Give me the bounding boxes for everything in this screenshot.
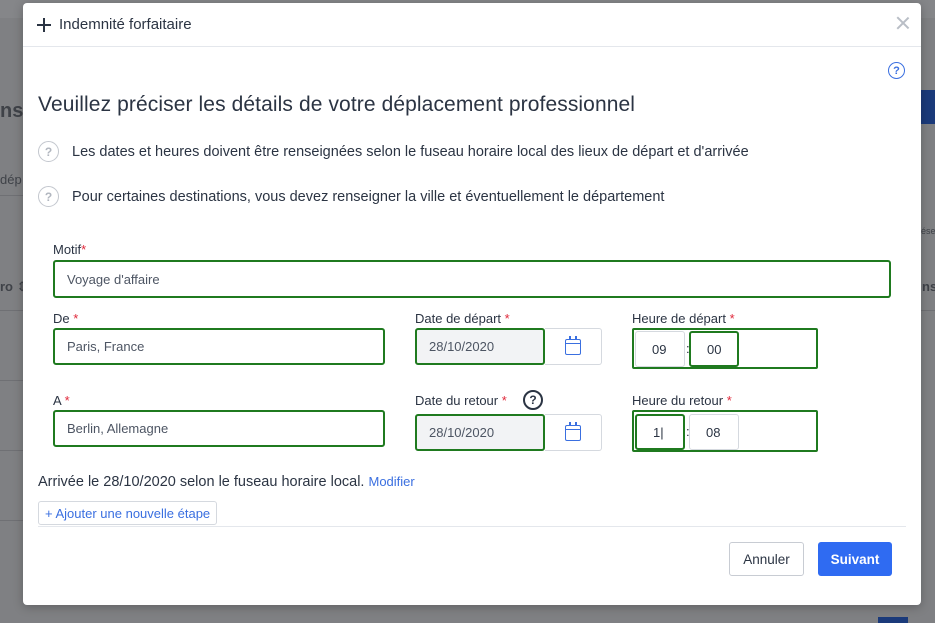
required-mark: * [81, 242, 87, 257]
to-label: A * [53, 393, 70, 408]
modal-title: Indemnité forfaitaire [59, 16, 192, 33]
return-minutes-input[interactable]: 08 [689, 414, 739, 450]
label-text: De [53, 311, 70, 326]
departure-time-label: Heure de départ * [632, 311, 735, 326]
info-text: Les dates et heures doivent être renseig… [72, 143, 749, 160]
background-button [921, 90, 935, 124]
departure-date-value: 28/10/2020 [429, 339, 495, 354]
departure-hours-input[interactable]: 09 [635, 331, 685, 367]
info-destination: ? Pour certaines destinations, vous deve… [38, 186, 664, 207]
background-divider [0, 450, 23, 451]
from-label: De * [53, 311, 78, 326]
background-divider [0, 520, 23, 521]
departure-date-label: Date de départ * [415, 311, 510, 326]
motif-value: Voyage d'affaire [67, 271, 160, 287]
departure-calendar-button[interactable] [545, 328, 602, 365]
modal-header: Indemnité forfaitaire [23, 3, 921, 47]
arrival-summary: Arrivée le 28/10/2020 selon le fuseau ho… [38, 474, 415, 490]
minutes-value: 00 [707, 341, 722, 357]
label-text: Heure du retour [632, 393, 724, 408]
next-button[interactable]: Suivant [818, 542, 892, 576]
departure-time-group: 09 : 00 [632, 328, 818, 369]
departure-minutes-input[interactable]: 00 [689, 331, 739, 367]
return-date-help-icon[interactable]: ? [523, 390, 543, 410]
hours-value: 1| [653, 424, 664, 440]
label-text: Motif [53, 242, 82, 257]
cancel-button[interactable]: Annuler [729, 542, 804, 576]
background-divider [921, 310, 935, 311]
arrival-text: Arrivée le 28/10/2020 selon le fuseau ho… [38, 474, 365, 490]
label-text: Date du retour [415, 393, 499, 408]
plus-icon [37, 17, 51, 32]
close-icon[interactable] [895, 15, 911, 31]
background-divider [0, 195, 23, 196]
return-date-label: Date du retour * [415, 393, 507, 408]
return-date-value: 28/10/2020 [429, 425, 495, 440]
info-text: Pour certaines destinations, vous devez … [72, 188, 665, 205]
question-icon: ? [38, 186, 59, 207]
calendar-icon [565, 421, 581, 441]
required-mark: * [729, 311, 735, 326]
motif-input[interactable]: Voyage d'affaire [53, 260, 891, 298]
minutes-value: 08 [706, 424, 721, 440]
background-fragment: dép [0, 172, 22, 187]
return-time-group: 1| : 08 [632, 410, 818, 452]
from-value: Paris, France [67, 339, 145, 354]
departure-date-input[interactable]: 28/10/2020 [415, 328, 545, 365]
background-divider [0, 310, 23, 311]
return-calendar-button[interactable] [545, 414, 602, 451]
background-button [878, 617, 908, 623]
trip-details-modal: Indemnité forfaitaire ? Veuillez précise… [23, 3, 921, 605]
return-date-input[interactable]: 28/10/2020 [415, 414, 545, 451]
help-icon[interactable]: ? [888, 62, 905, 79]
required-mark: * [501, 393, 507, 408]
return-hours-input[interactable]: 1| [635, 414, 685, 450]
return-time-label: Heure du retour * [632, 393, 732, 408]
label-text: Date de départ [415, 311, 502, 326]
background-fragment: ns [0, 100, 24, 122]
from-input[interactable]: Paris, France [53, 328, 385, 365]
page-title: Veuillez préciser les détails de votre d… [38, 93, 636, 116]
to-value: Berlin, Allemagne [67, 421, 169, 436]
modify-link[interactable]: Modifier [369, 474, 415, 489]
label-text: Heure de départ [632, 311, 726, 326]
background-fragment: ns [922, 279, 935, 294]
to-input[interactable]: Berlin, Allemagne [53, 410, 385, 447]
label-text: A [53, 393, 61, 408]
background-divider [0, 380, 23, 381]
question-icon: ? [38, 141, 59, 162]
required-mark: * [73, 311, 79, 326]
required-mark: * [504, 311, 510, 326]
info-timezone: ? Les dates et heures doivent être rense… [38, 141, 749, 162]
footer-divider [38, 526, 906, 527]
background-fragment: ése [921, 226, 935, 236]
hours-value: 09 [652, 341, 667, 357]
motif-label: Motif* [53, 242, 86, 257]
calendar-icon [565, 335, 581, 355]
required-mark: * [64, 393, 70, 408]
add-step-button[interactable]: + Ajouter une nouvelle étape [38, 501, 218, 525]
required-mark: * [726, 393, 732, 408]
